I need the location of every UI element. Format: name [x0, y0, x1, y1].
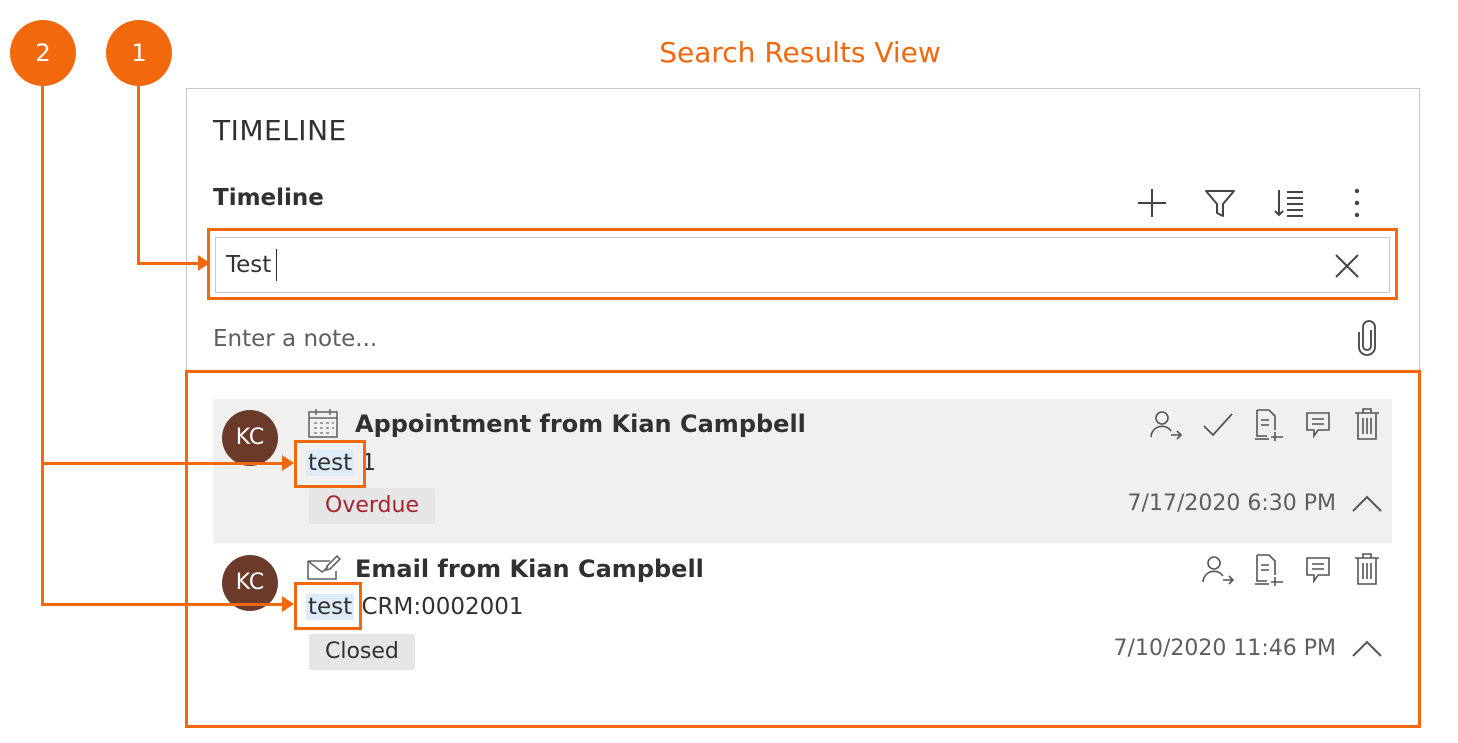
page-title: Search Results View [659, 36, 941, 69]
search-box-highlight [207, 228, 1398, 300]
note-input[interactable]: Enter a note... [213, 326, 377, 352]
filter-icon[interactable] [1201, 184, 1239, 222]
callout-1-arrow [198, 255, 210, 271]
results-highlight [185, 370, 1421, 728]
callout-1: 1 [106, 20, 172, 86]
callout-2-connector [41, 86, 44, 606]
more-options-icon[interactable] [1340, 184, 1374, 222]
callout-2-connector [41, 603, 283, 606]
callout-2-connector [41, 462, 283, 465]
callout-2-arrow [282, 455, 294, 471]
callout-1-connector [137, 262, 199, 265]
callout-2: 2 [10, 20, 76, 86]
callout-1-connector [137, 86, 140, 264]
match-highlight-1 [294, 440, 366, 488]
callout-2-arrow [282, 596, 294, 612]
match-highlight-2 [294, 582, 362, 630]
add-icon[interactable] [1133, 184, 1171, 222]
attachment-icon[interactable] [1352, 318, 1382, 358]
timeline-subheading: Timeline [213, 185, 324, 211]
timeline-heading: TIMELINE [213, 114, 347, 147]
sort-icon[interactable] [1270, 184, 1308, 222]
